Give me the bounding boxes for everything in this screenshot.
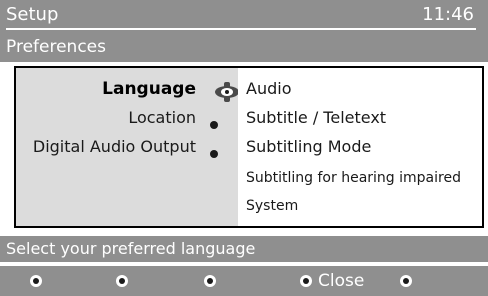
blue-key-icon[interactable] (300, 275, 312, 287)
hint-text: Select your preferred language (6, 239, 256, 258)
footer-bar: Close (0, 266, 488, 296)
clock: 11:46 (422, 4, 474, 25)
page-title: Setup (6, 4, 59, 25)
header-divider (6, 28, 476, 30)
navigation-cursor-icon (215, 82, 239, 102)
options-list: Audio Subtitle / Teletext Subtitling Mod… (238, 68, 482, 226)
close-button[interactable]: Close (318, 270, 364, 292)
green-key-icon[interactable] (116, 275, 128, 287)
option-subtitle-teletext[interactable]: Subtitle / Teletext (246, 107, 386, 129)
page-subtitle: Preferences (6, 37, 106, 57)
option-subtitling-mode[interactable]: Subtitling Mode (246, 136, 371, 158)
menu-item-digital-audio-output[interactable]: Digital Audio Output (33, 136, 196, 158)
menu-item-language[interactable]: Language (102, 78, 196, 100)
bullet-icon (210, 121, 218, 129)
header-bar: Setup 11:46 Preferences (0, 0, 488, 62)
option-audio[interactable]: Audio (246, 78, 291, 100)
red-key-icon[interactable] (30, 275, 42, 287)
bullet-icon (210, 150, 218, 158)
yellow-key-icon[interactable] (204, 275, 216, 287)
menu-item-location[interactable]: Location (128, 107, 196, 129)
menu-panel: Language Location Digital Audio Output A… (14, 66, 484, 228)
option-key-icon[interactable] (400, 275, 412, 287)
hint-bar: Select your preferred language (0, 236, 488, 262)
setup-screen: Setup 11:46 Preferences Language Locatio… (0, 0, 488, 296)
option-system[interactable]: System (246, 195, 298, 217)
option-subtitling-hearing-impaired[interactable]: Subtitling for hearing impaired (246, 167, 461, 189)
menu-list: Language Location Digital Audio Output (16, 68, 239, 226)
